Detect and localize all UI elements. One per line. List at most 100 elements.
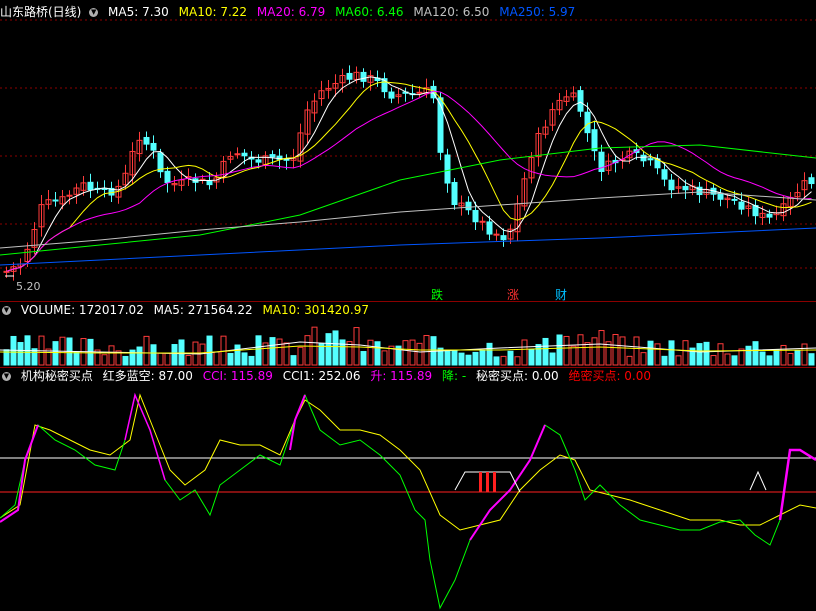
volume-bar [640,352,647,366]
candle [717,192,724,200]
volume-bar [255,335,262,366]
volume-bar [108,345,115,366]
volume-bar [234,344,241,366]
volume-bar [794,350,801,366]
volume-bar [472,351,479,366]
volume-bar [563,335,570,366]
candle [388,91,395,99]
buy-signal-bar [486,472,489,492]
volume-bar [801,343,808,366]
volume-bar [297,346,304,366]
volume-bar [269,337,276,366]
volume-bar [591,337,598,366]
volume-bar [416,342,423,366]
volume-bar [136,346,143,366]
candle [241,152,248,157]
candle [416,91,423,94]
candle [346,72,353,80]
candle [668,179,675,191]
volume-bar [178,339,185,366]
cci-line [0,393,816,610]
volume-bar [570,345,577,366]
candle [486,221,493,235]
volume-bar [773,349,780,366]
candle [465,201,472,211]
candle [661,169,668,180]
candle [808,177,815,185]
volume-bar [668,340,675,366]
candle [472,209,479,223]
volume-bar [731,355,738,366]
volume-bar [514,356,521,366]
volume-bar [542,337,549,366]
volume-bar [101,354,108,366]
volume-bar [528,349,535,366]
volume-bar [479,350,486,366]
candle [66,194,73,197]
volume-bar [619,336,626,366]
candle [577,90,584,112]
volume-bar [759,351,766,366]
volume-bar [780,344,787,366]
volume-bar [325,333,332,366]
rise-segment [0,424,39,523]
candle [493,233,500,236]
candle [584,111,591,134]
volume-bar [654,343,661,366]
volume-bar [486,342,493,366]
volume-bar [290,355,297,366]
volume-bar [577,334,584,366]
volume-bar [52,341,59,366]
rise-segment [778,448,816,521]
volume-bar [521,339,528,366]
candle [206,180,213,186]
volume-bar [157,352,164,366]
candle [150,142,157,151]
volume-bar [598,330,605,366]
volume-bar [444,349,451,366]
rise-segment [289,394,306,451]
volume-bar [374,341,381,366]
volume-bar [150,344,157,366]
volume-bar [584,342,591,366]
volume-bar [367,339,374,366]
volume-bar [612,334,619,366]
volume-bar [766,355,773,366]
volume-bar [633,336,640,366]
ma120-line [0,191,816,249]
volume-bar [283,342,290,366]
volume-bar [304,335,311,366]
volume-bar [710,355,717,366]
volume-bar [171,344,178,366]
candle [682,185,689,191]
candle [500,235,507,241]
candle [640,154,647,162]
candle [451,182,458,206]
candle [766,213,773,218]
ma10-line [6,81,812,272]
volume-bar [73,351,80,366]
volume-bar [409,339,416,366]
candle [647,158,654,161]
volume-bar [682,340,689,366]
volume-bar [500,355,507,366]
candle [52,199,59,202]
volume-bar [675,355,682,366]
stock-chart-canvas[interactable] [0,0,816,611]
volume-bar [647,340,654,366]
volume-bar [213,351,220,366]
candle [444,154,451,184]
volume-bar [696,343,703,366]
volume-bar [507,350,514,366]
volume-bar [227,352,234,366]
volume-bar [752,341,759,366]
volume-bar [787,352,794,366]
volume-bar [185,355,192,366]
candle [255,159,262,163]
volume-bar [199,343,206,366]
volume-bar [465,354,472,366]
volume-bar [206,335,213,366]
volume-bar [724,353,731,366]
volume-bar [164,352,171,366]
volume-bar [745,345,752,366]
